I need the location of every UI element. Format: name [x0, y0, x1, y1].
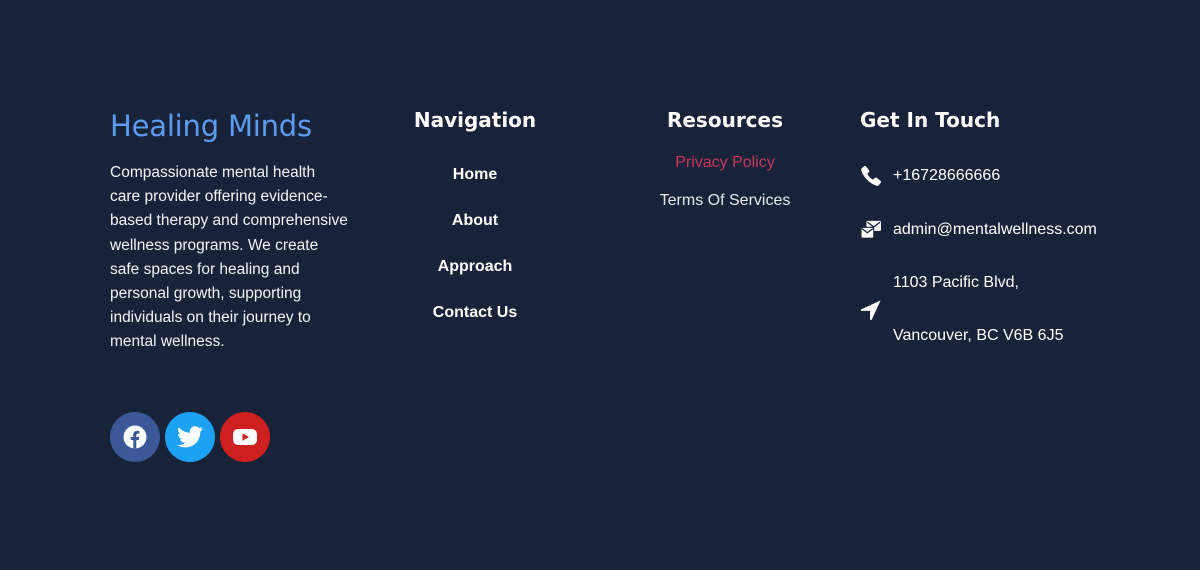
resources-title: Resources [666, 108, 784, 132]
facebook-icon [123, 425, 147, 449]
address: 1103 Pacific Blvd, Vancouver, BC V6B 6J5 [893, 272, 1063, 347]
youtube-icon [233, 429, 257, 445]
nav-link-home[interactable]: Home [395, 164, 555, 210]
terms-of-services-link[interactable]: Terms Of Services [640, 190, 810, 228]
address-line-2: Vancouver, BC V6B 6J5 [893, 327, 1064, 344]
privacy-policy-link[interactable]: Privacy Policy [640, 152, 810, 190]
contact-title: Get In Touch [860, 108, 1001, 132]
navigation-column: Navigation Home About Approach Contact U… [395, 106, 555, 348]
twitter-button[interactable] [165, 412, 215, 462]
brand-title[interactable]: Healing Minds [110, 106, 350, 146]
contact-email[interactable]: admin@mentalwellness.com [860, 219, 1097, 241]
location-arrow-icon [860, 299, 882, 321]
twitter-icon [177, 426, 203, 448]
phone-number: +16728666666 [893, 167, 1001, 184]
nav-link-contact-us[interactable]: Contact Us [395, 302, 555, 348]
navigation-list: Home About Approach Contact Us [395, 164, 555, 348]
facebook-button[interactable] [110, 412, 160, 462]
address-line-1: 1103 Pacific Blvd, [893, 274, 1019, 291]
phone-icon [860, 165, 882, 187]
contact-address[interactable]: 1103 Pacific Blvd, Vancouver, BC V6B 6J5 [860, 272, 1063, 347]
social-links [110, 412, 270, 462]
email-address: admin@mentalwellness.com [893, 221, 1097, 238]
nav-link-about[interactable]: About [395, 210, 555, 256]
youtube-button[interactable] [220, 412, 270, 462]
resources-column: Resources Privacy Policy Terms Of Servic… [640, 106, 810, 228]
brand-column: Healing Minds Compassionate mental healt… [110, 106, 350, 355]
brand-description: Compassionate mental health care provide… [110, 164, 348, 351]
navigation-title: Navigation [413, 108, 537, 132]
contact-column: Get In Touch +16728666666 admin@mentalwe… [860, 106, 1160, 344]
contact-phone[interactable]: +16728666666 [860, 165, 1000, 187]
resources-list: Privacy Policy Terms Of Services [640, 152, 810, 228]
nav-link-approach[interactable]: Approach [395, 256, 555, 302]
mail-bulk-icon [860, 219, 882, 241]
